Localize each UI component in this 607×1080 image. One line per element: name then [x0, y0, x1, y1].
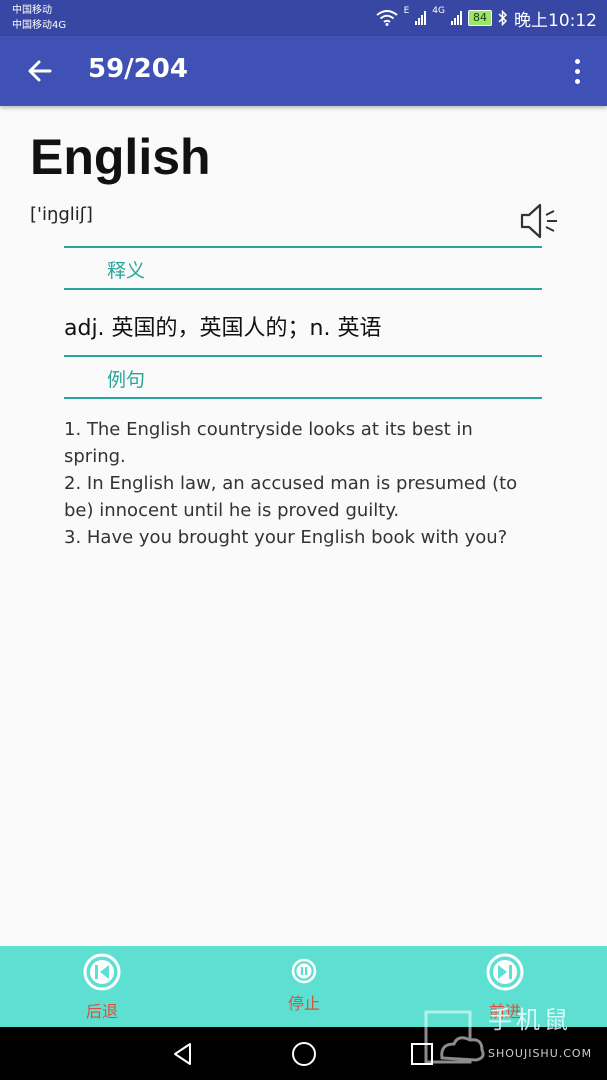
- definition-text: adj. 英国的，英国人的；n. 英语: [64, 316, 382, 341]
- nav-home-icon[interactable]: [290, 1040, 318, 1068]
- network-type-2: 4G: [432, 6, 445, 16]
- definition-label: 释义: [107, 260, 146, 282]
- carrier-1: 中国移动: [12, 5, 52, 16]
- wifi-icon: [375, 10, 398, 26]
- watermark-text: 手机鼠: [488, 1006, 572, 1034]
- signal-icon-2: [451, 11, 462, 25]
- prev-label: 后退: [85, 1002, 118, 1021]
- rewind-icon: [83, 953, 121, 991]
- word-heading: English: [30, 129, 211, 185]
- more-vert-icon: [574, 58, 580, 64]
- nav-back-icon[interactable]: [170, 1041, 196, 1067]
- clock: 晚上10:12: [514, 10, 597, 31]
- example-sentence: 1. The English countryside looks at its …: [64, 419, 473, 467]
- more-options-button[interactable]: [565, 54, 589, 88]
- divider: [64, 355, 542, 357]
- bluetooth-icon: [498, 10, 508, 26]
- carrier-2: 中国移动4G: [12, 20, 67, 31]
- phonetic: ['iŋgliʃ]: [30, 204, 93, 225]
- status-icons: E 4G 84 晚上10:12: [375, 6, 597, 31]
- network-type-1: E: [403, 6, 410, 16]
- stop-button[interactable]: 停止: [279, 958, 329, 1014]
- divider: [64, 397, 542, 399]
- example-sentence: 2. In English law, an accused man is pre…: [64, 473, 518, 521]
- carrier-info: 中国移动 中国移动4G: [12, 3, 66, 33]
- forward-icon: [486, 953, 524, 991]
- examples-label: 例句: [107, 369, 146, 391]
- pause-icon: [291, 958, 317, 984]
- back-button[interactable]: [22, 53, 58, 89]
- prev-button[interactable]: 后退: [76, 952, 128, 1022]
- stop-label: 停止: [287, 994, 320, 1013]
- arrow-left-icon: [28, 60, 52, 82]
- battery-indicator: 84: [468, 10, 492, 26]
- divider: [64, 288, 542, 290]
- divider: [64, 246, 542, 248]
- example-sentence: 3. Have you brought your English book wi…: [64, 527, 508, 548]
- status-bar: 中国移动 中国移动4G E 4G 84 晚上10:12: [0, 0, 607, 36]
- page-title: 59/204: [88, 54, 188, 84]
- signal-icon-1: [415, 11, 427, 25]
- examples-list: 1. The English countryside looks at its …: [64, 416, 534, 551]
- app-bar: 59/204: [0, 36, 607, 106]
- watermark-subtext: SHOUJISHU.COM: [488, 1047, 593, 1060]
- speaker-icon: [520, 203, 557, 239]
- pronounce-button[interactable]: [518, 200, 562, 242]
